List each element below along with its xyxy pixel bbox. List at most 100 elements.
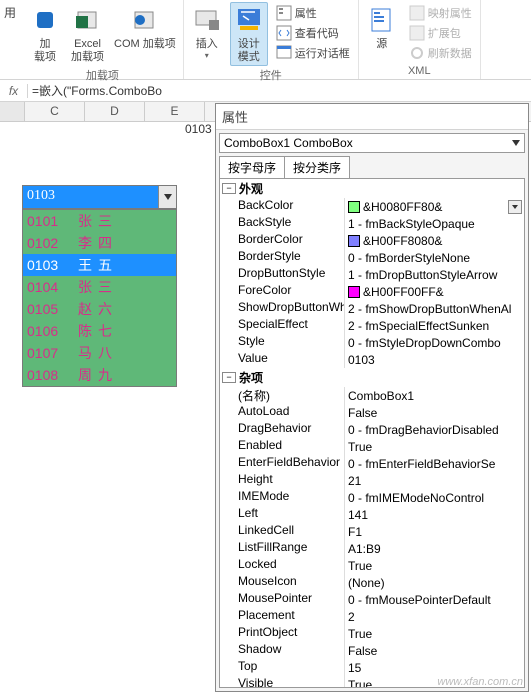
property-row[interactable]: ShadowFalse	[220, 642, 524, 659]
property-row[interactable]: Height21	[220, 472, 524, 489]
combobox-text[interactable]: 0103	[23, 186, 158, 208]
combobox-list-item[interactable]: 0107马八	[23, 342, 176, 364]
select-all-corner[interactable]	[0, 102, 25, 121]
ribbon-group-xml: 源 映射属性 扩展包 刷新数据 XML	[359, 0, 481, 79]
fx-label[interactable]: fx	[0, 84, 28, 98]
ribbon: 用 加 载项 Excel 加载项 COM 加载项 加载项 插入 ▾	[0, 0, 531, 80]
ribbon-group-controls: 插入 ▾ 设计 模式 属性 查看代码 运行对话框 控件	[184, 0, 359, 79]
pack-icon	[409, 25, 425, 41]
expansion-packs-button: 扩展包	[407, 24, 474, 42]
properties-panel: 属性 ComboBox1 ComboBox 按字母序 按分类序 −外观BackC…	[215, 103, 529, 692]
col-header[interactable]: E	[145, 102, 205, 121]
property-row[interactable]: LinkedCellF1	[220, 523, 524, 540]
cell-value: 0103	[185, 122, 212, 136]
property-category[interactable]: −外观	[220, 179, 524, 198]
excel-addins-button[interactable]: Excel 加载项	[68, 2, 107, 66]
map-icon	[409, 5, 425, 21]
properties-button[interactable]: 属性	[274, 4, 352, 22]
property-row[interactable]: BackStyle1 - fmBackStyleOpaque	[220, 215, 524, 232]
properties-title: 属性	[216, 104, 528, 130]
addins-button[interactable]: 加 载项	[26, 2, 64, 66]
com-addins-button[interactable]: COM 加载项	[111, 2, 179, 53]
color-swatch	[348, 286, 360, 298]
col-header[interactable]: D	[85, 102, 145, 121]
property-row[interactable]: DropButtonStyle1 - fmDropButtonStyleArro…	[220, 266, 524, 283]
combobox-list[interactable]: 0101张三0102李四0103王五0104张三0105赵六0106陈七0107…	[22, 209, 177, 387]
col-header[interactable]: C	[25, 102, 85, 121]
combobox-control[interactable]: 0103 0101张三0102李四0103王五0104张三0105赵六0106陈…	[22, 185, 177, 387]
controls-small-buttons: 属性 查看代码 运行对话框	[272, 2, 354, 62]
combobox-list-item[interactable]: 0105赵六	[23, 298, 176, 320]
property-row[interactable]: Value0103	[220, 351, 524, 368]
property-row[interactable]: Top15	[220, 659, 524, 676]
combobox-list-item[interactable]: 0104张三	[23, 276, 176, 298]
property-row[interactable]: BackColor&H0080FF80&	[220, 198, 524, 215]
formula-bar: fx =嵌入("Forms.ComboBo	[0, 80, 531, 102]
com-addin-icon	[129, 4, 161, 36]
property-row[interactable]: MouseIcon(None)	[220, 574, 524, 591]
property-row[interactable]: PrintObjectTrue	[220, 625, 524, 642]
chevron-down-icon	[164, 194, 172, 200]
tab-label[interactable]: 用	[4, 4, 16, 21]
combobox-list-item[interactable]: 0102李四	[23, 232, 176, 254]
property-row[interactable]: AutoLoadFalse	[220, 404, 524, 421]
source-button[interactable]: 源	[363, 2, 401, 53]
property-row[interactable]: EnterFieldBehavior0 - fmEnterFieldBehavi…	[220, 455, 524, 472]
property-row[interactable]: ShowDropButtonWhen2 - fmShowDropButtonWh…	[220, 300, 524, 317]
property-category[interactable]: −杂项	[220, 368, 524, 387]
collapse-icon[interactable]: −	[222, 372, 236, 383]
property-row[interactable]: MousePointer0 - fmMousePointerDefault	[220, 591, 524, 608]
ribbon-group-addins: 加 载项 Excel 加载项 COM 加载项 加载项	[22, 0, 184, 79]
design-mode-button[interactable]: 设计 模式	[230, 2, 268, 66]
combobox-list-item[interactable]: 0103王五	[23, 254, 176, 276]
excel-addin-icon	[72, 4, 104, 36]
insert-icon	[191, 4, 223, 36]
refresh-data-button: 刷新数据	[407, 44, 474, 62]
map-props-button: 映射属性	[407, 4, 474, 22]
property-row[interactable]: LockedTrue	[220, 557, 524, 574]
dialog-icon	[276, 45, 292, 61]
object-name: ComboBox1 ComboBox	[224, 136, 353, 150]
property-row[interactable]: BorderStyle0 - fmBorderStyleNone	[220, 249, 524, 266]
formula-value[interactable]: =嵌入("Forms.ComboBo	[28, 82, 531, 99]
watermark: www.xfan.com.cn	[437, 676, 523, 688]
source-icon	[366, 4, 398, 36]
property-row[interactable]: ListFillRangeA1:B9	[220, 540, 524, 557]
property-row[interactable]: DragBehavior0 - fmDragBehaviorDisabled	[220, 421, 524, 438]
property-row[interactable]: BorderColor&H00FF8080&	[220, 232, 524, 249]
property-row[interactable]: SpecialEffect2 - fmSpecialEffectSunken	[220, 317, 524, 334]
property-row[interactable]: Placement2	[220, 608, 524, 625]
tab-categorized[interactable]: 按分类序	[284, 156, 350, 178]
property-grid[interactable]: −外观BackColor&H0080FF80&BackStyle1 - fmBa…	[219, 178, 525, 688]
view-code-button[interactable]: 查看代码	[274, 24, 352, 42]
combobox-drop-button[interactable]	[158, 186, 176, 208]
property-row[interactable]: ForeColor&H00FF00FF&	[220, 283, 524, 300]
refresh-icon	[409, 45, 425, 61]
code-icon	[276, 25, 292, 41]
properties-icon	[276, 5, 292, 21]
property-row[interactable]: Left141	[220, 506, 524, 523]
combobox-list-item[interactable]: 0108周九	[23, 364, 176, 386]
ribbon-tab-left: 用	[0, 0, 22, 79]
sort-tabs: 按字母序 按分类序	[216, 156, 528, 178]
collapse-icon[interactable]: −	[222, 183, 236, 194]
property-row[interactable]: IMEMode0 - fmIMEModeNoControl	[220, 489, 524, 506]
group-label: XML	[408, 64, 431, 79]
insert-button[interactable]: 插入 ▾	[188, 2, 226, 62]
color-swatch	[348, 201, 360, 213]
combobox-input[interactable]: 0103	[22, 185, 177, 209]
design-mode-icon	[233, 4, 265, 36]
run-dialog-button[interactable]: 运行对话框	[274, 44, 352, 62]
color-swatch	[348, 235, 360, 247]
combobox-list-item[interactable]: 0106陈七	[23, 320, 176, 342]
tab-alphabetical[interactable]: 按字母序	[219, 156, 285, 178]
xml-small-buttons: 映射属性 扩展包 刷新数据	[405, 2, 476, 62]
property-row[interactable]: (名称)ComboBox1	[220, 387, 524, 404]
combobox-list-item[interactable]: 0101张三	[23, 210, 176, 232]
property-row[interactable]: Style0 - fmStyleDropDownCombo	[220, 334, 524, 351]
chevron-down-icon[interactable]	[508, 200, 522, 214]
property-row[interactable]: EnabledTrue	[220, 438, 524, 455]
chevron-down-icon	[512, 140, 520, 146]
addin-icon	[29, 4, 61, 36]
object-selector[interactable]: ComboBox1 ComboBox	[219, 133, 525, 153]
